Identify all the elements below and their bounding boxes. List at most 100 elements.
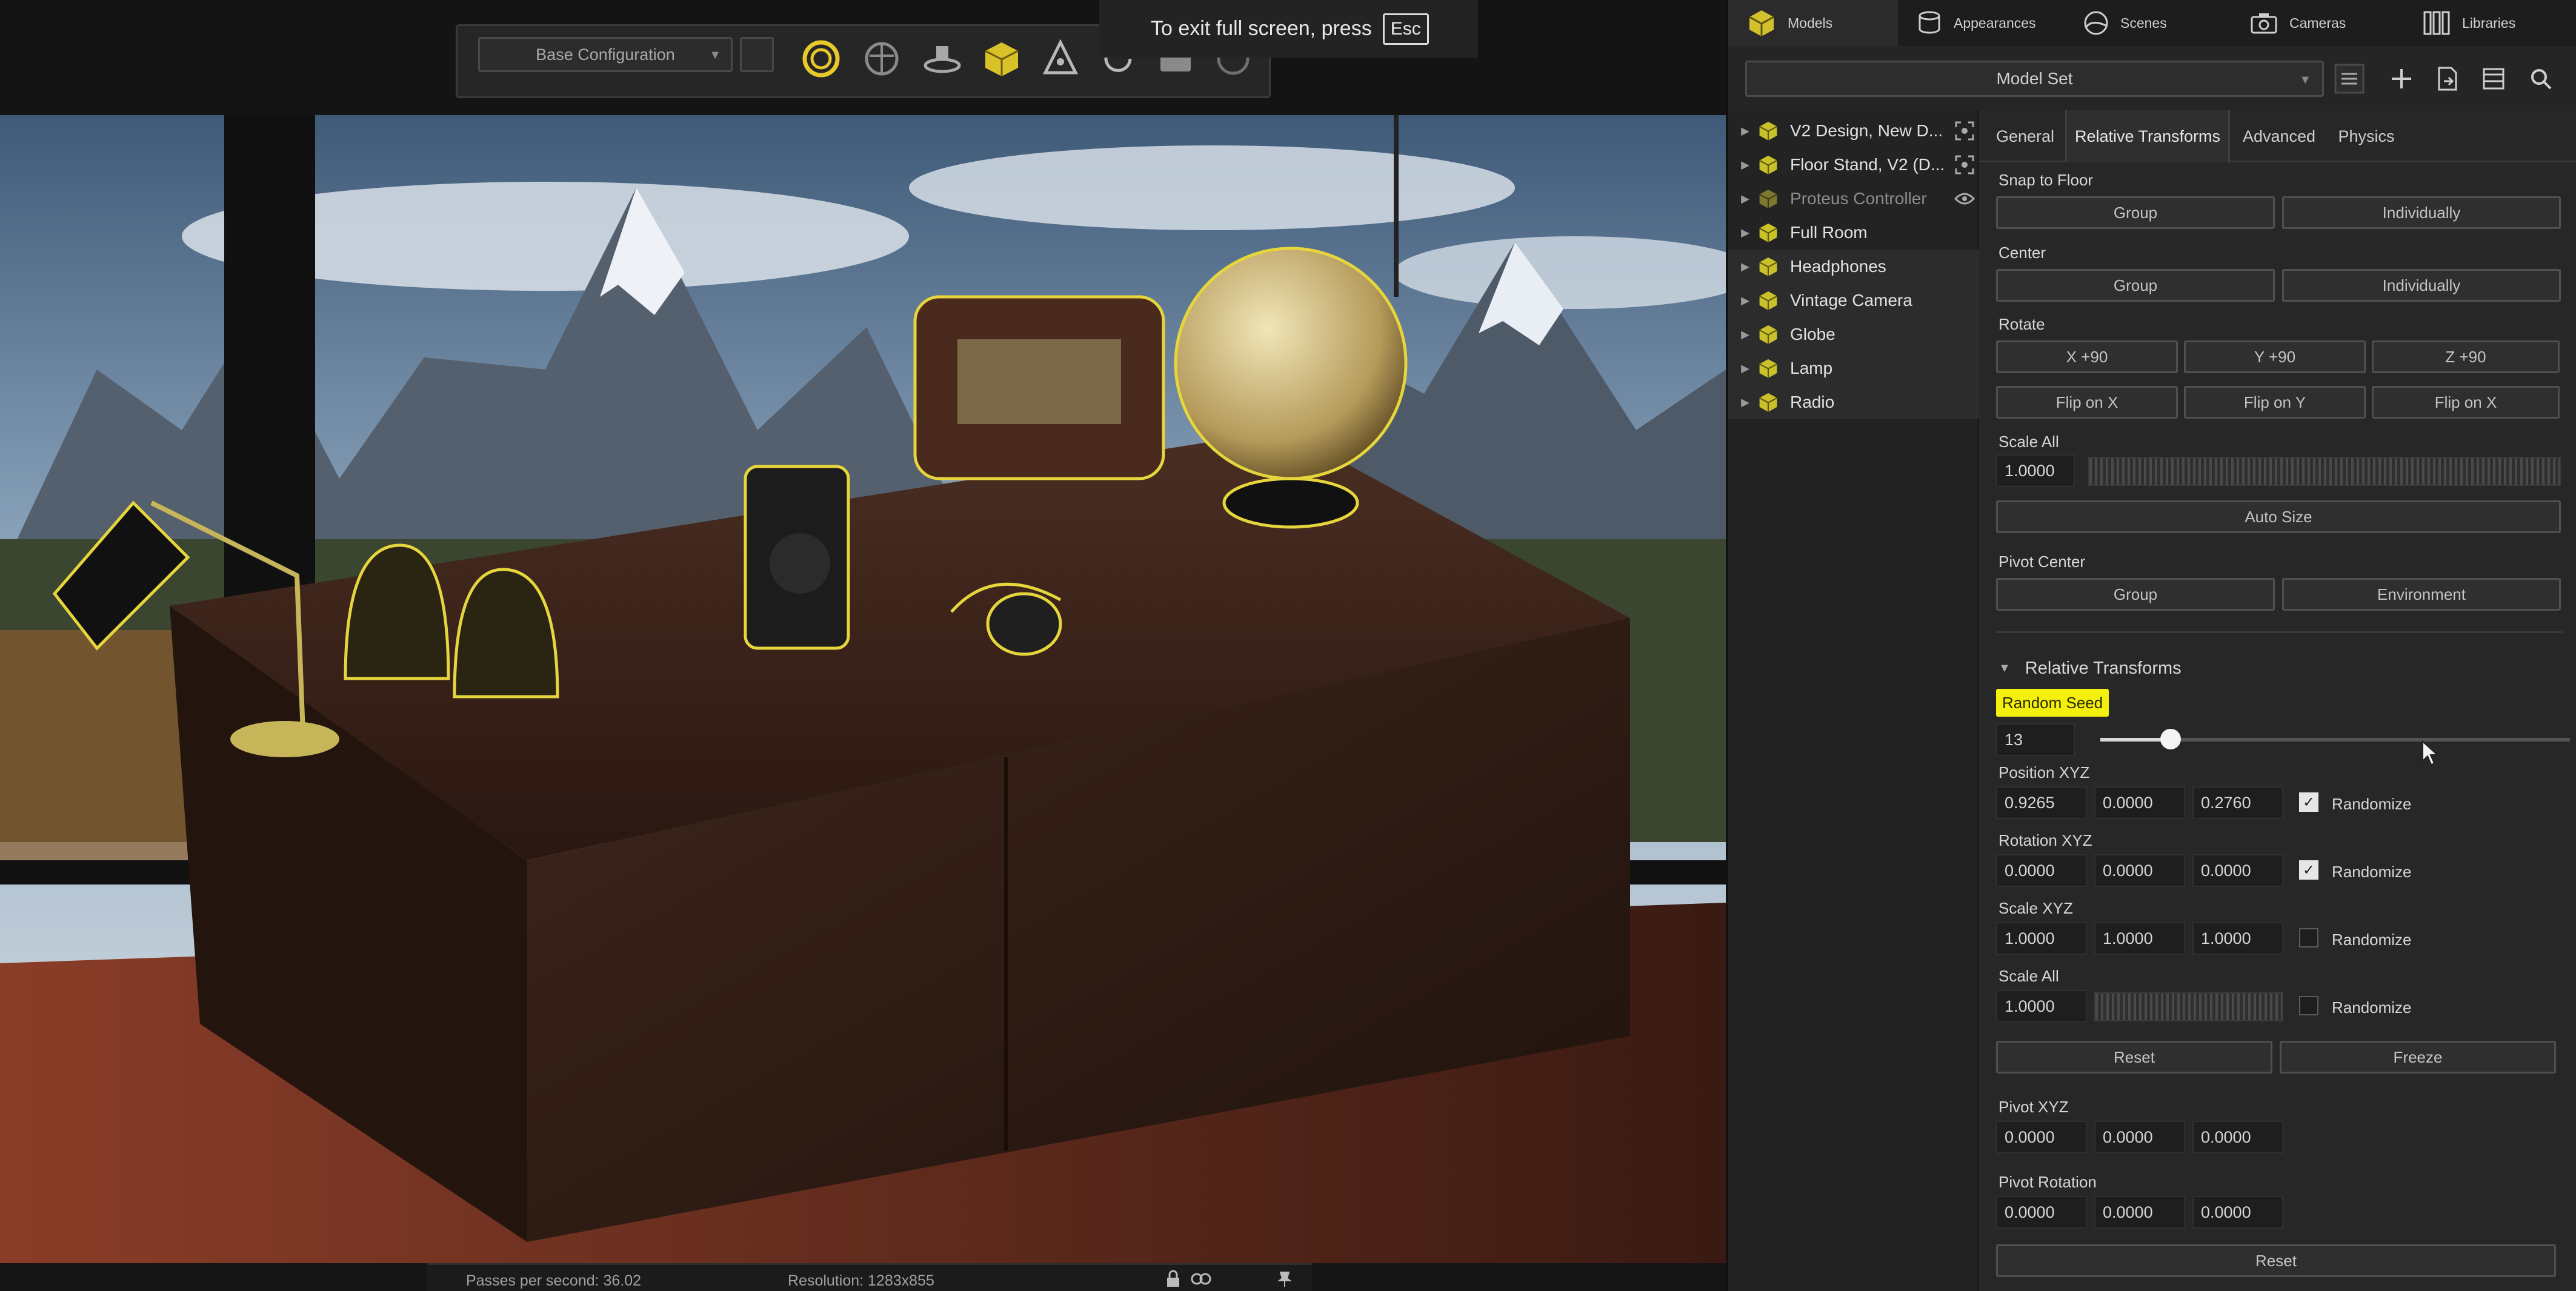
flip-x-button[interactable]: Flip on X: [1996, 386, 2178, 419]
tree-item-floor-stand[interactable]: ▶ Floor Stand, V2 (D...: [1728, 148, 1979, 182]
focus-icon[interactable]: [1950, 154, 1979, 175]
pivot-reset-button[interactable]: Reset: [1996, 1244, 2556, 1277]
expand-arrow-icon[interactable]: ▶: [1733, 294, 1757, 307]
tree-item-lamp[interactable]: ▶ Lamp: [1728, 351, 1979, 385]
rotation-y-field[interactable]: 0.0000: [2094, 854, 2185, 887]
tab-cameras-label: Cameras: [2289, 15, 2346, 31]
scale-y-field[interactable]: 1.0000: [2094, 922, 2185, 955]
position-y-field[interactable]: 0.0000: [2094, 786, 2185, 819]
tree-item-proteus-controller[interactable]: ▶ Proteus Controller: [1728, 182, 1979, 216]
transform-gizmo-icon[interactable]: [1036, 35, 1085, 83]
pivot-x-field[interactable]: 0.0000: [1996, 1121, 2087, 1153]
ring-icon[interactable]: [797, 35, 845, 83]
snap-individually-button[interactable]: Individually: [2282, 196, 2561, 229]
scale-randomize-checkbox[interactable]: [2299, 928, 2318, 948]
eye-icon[interactable]: [1950, 191, 1979, 206]
expand-arrow-icon[interactable]: ▶: [1733, 396, 1757, 409]
rotate-y90-button[interactable]: Y +90: [2184, 340, 2366, 373]
random-seed-field[interactable]: 13: [1996, 723, 2075, 756]
focus-icon[interactable]: [1950, 121, 1979, 141]
tab-scenes[interactable]: Scenes: [2083, 0, 2204, 46]
configuration-select[interactable]: Base Configuration ▼: [478, 37, 733, 72]
pivot-rotation-x-field[interactable]: 0.0000: [1996, 1196, 2087, 1229]
expand-arrow-icon[interactable]: ▶: [1733, 159, 1757, 171]
tree-item-v2-design[interactable]: ▶ V2 Design, New D...: [1728, 114, 1979, 148]
rt-scale-all-field[interactable]: 1.0000: [1996, 990, 2087, 1023]
brain-icon[interactable]: [857, 35, 906, 83]
pin-icon[interactable]: [1276, 1270, 1294, 1291]
pivot-rotation-y-field[interactable]: 0.0000: [2094, 1196, 2185, 1229]
tab-advanced[interactable]: Advanced: [2234, 110, 2325, 162]
auto-size-button[interactable]: Auto Size: [1996, 500, 2561, 533]
pivot-z-field[interactable]: 0.0000: [2192, 1121, 2283, 1153]
rotate-x90-button[interactable]: X +90: [1996, 340, 2178, 373]
pivot-rotation-z-field[interactable]: 0.0000: [2192, 1196, 2283, 1229]
rotation-randomize-checkbox[interactable]: ✓: [2299, 860, 2318, 880]
random-seed-slider-knob[interactable]: [2160, 729, 2182, 749]
tree-item-radio[interactable]: ▶ Radio: [1728, 385, 1979, 419]
scale-x-field[interactable]: 1.0000: [1996, 922, 2087, 955]
pivot-environment-button[interactable]: Environment: [2282, 578, 2561, 611]
pivot-y-field[interactable]: 0.0000: [2094, 1121, 2185, 1153]
configuration-list-button[interactable]: [740, 37, 774, 72]
stereo-icon[interactable]: [1191, 1270, 1211, 1291]
scale-z-field[interactable]: 1.0000: [2192, 922, 2283, 955]
layout-window-icon[interactable]: [2475, 61, 2512, 97]
fullscreen-notice: To exit full screen, press Esc: [1099, 0, 1478, 58]
position-x-field[interactable]: 0.9265: [1996, 786, 2087, 819]
tab-cameras[interactable]: Cameras: [2249, 0, 2371, 46]
tab-relative-transforms[interactable]: Relative Transforms: [2065, 110, 2230, 162]
expand-arrow-icon[interactable]: ▶: [1733, 193, 1757, 205]
snap-group-button[interactable]: Group: [1996, 196, 2275, 229]
expand-arrow-icon[interactable]: ▶: [1733, 328, 1757, 341]
rotation-z-field[interactable]: 0.0000: [2192, 854, 2283, 887]
scale-all-field[interactable]: 1.0000: [1996, 454, 2075, 487]
scale-all-randomize-checkbox[interactable]: [2299, 996, 2318, 1015]
rt-scale-all-label: Scale All: [1999, 967, 2059, 985]
lock-icon[interactable]: [1165, 1270, 1181, 1291]
freeze-button[interactable]: Freeze: [2280, 1041, 2556, 1074]
model-set-list-button[interactable]: [2331, 61, 2368, 97]
globe[interactable]: [1174, 247, 1408, 480]
tab-general[interactable]: General: [1989, 110, 2062, 162]
cube-select-icon[interactable]: [977, 35, 1026, 83]
mouse-cursor-icon: [2422, 740, 2439, 766]
add-icon[interactable]: [2383, 61, 2420, 97]
tree-item-headphones[interactable]: ▶ Headphones: [1728, 250, 1979, 284]
expand-arrow-icon[interactable]: ▶: [1733, 125, 1757, 138]
rotate-label: Rotate: [1999, 315, 2045, 333]
scene-render[interactable]: [0, 115, 1726, 1263]
tab-physics[interactable]: Physics: [2327, 110, 2406, 162]
import-file-icon[interactable]: [2429, 61, 2466, 97]
tree-item-vintage-camera[interactable]: ▶ Vintage Camera: [1728, 284, 1979, 317]
tree-item-globe[interactable]: ▶ Globe: [1728, 317, 1979, 351]
reset-button[interactable]: Reset: [1996, 1041, 2272, 1074]
center-group-button[interactable]: Group: [1996, 269, 2275, 302]
rotate-z90-button[interactable]: Z +90: [2372, 340, 2560, 373]
tab-appearances[interactable]: Appearances: [1916, 0, 2055, 46]
position-randomize-checkbox[interactable]: ✓: [2299, 792, 2318, 812]
position-z-field[interactable]: 0.2760: [2192, 786, 2283, 819]
search-icon[interactable]: [2522, 61, 2560, 97]
center-individually-button[interactable]: Individually: [2282, 269, 2561, 302]
model-set-select[interactable]: Model Set ▼: [1745, 61, 2324, 97]
tab-models[interactable]: Models: [1728, 0, 1898, 46]
rotation-x-field[interactable]: 0.0000: [1996, 854, 2087, 887]
expand-arrow-icon[interactable]: ▶: [1733, 261, 1757, 273]
tab-libraries[interactable]: Libraries: [2422, 0, 2543, 46]
pivot-group-button[interactable]: Group: [1996, 578, 2275, 611]
turntable-icon[interactable]: [918, 35, 967, 83]
expand-arrow-icon[interactable]: ▶: [1733, 227, 1757, 239]
flip-y-button[interactable]: Flip on Y: [2184, 386, 2366, 419]
rt-scale-all-scrubber[interactable]: [2094, 992, 2283, 1021]
scale-all-scrubber[interactable]: [2088, 457, 2561, 486]
tree-item-full-room[interactable]: ▶ Full Room: [1728, 216, 1979, 250]
resolution-readout: Resolution: 1283x855: [788, 1272, 934, 1289]
tree-item-label: Globe: [1790, 325, 1835, 343]
flip-z-button[interactable]: Flip on X: [2372, 386, 2560, 419]
expand-arrow-icon[interactable]: ▶: [1733, 362, 1757, 375]
model-set-value: Model Set: [1996, 69, 2073, 88]
render-viewport[interactable]: Base Configuration ▼ To exit full screen…: [0, 0, 1726, 1291]
appearance-stack-icon: [1916, 10, 1943, 36]
relative-transforms-header[interactable]: ▼ Relative Transforms: [1999, 659, 2182, 679]
